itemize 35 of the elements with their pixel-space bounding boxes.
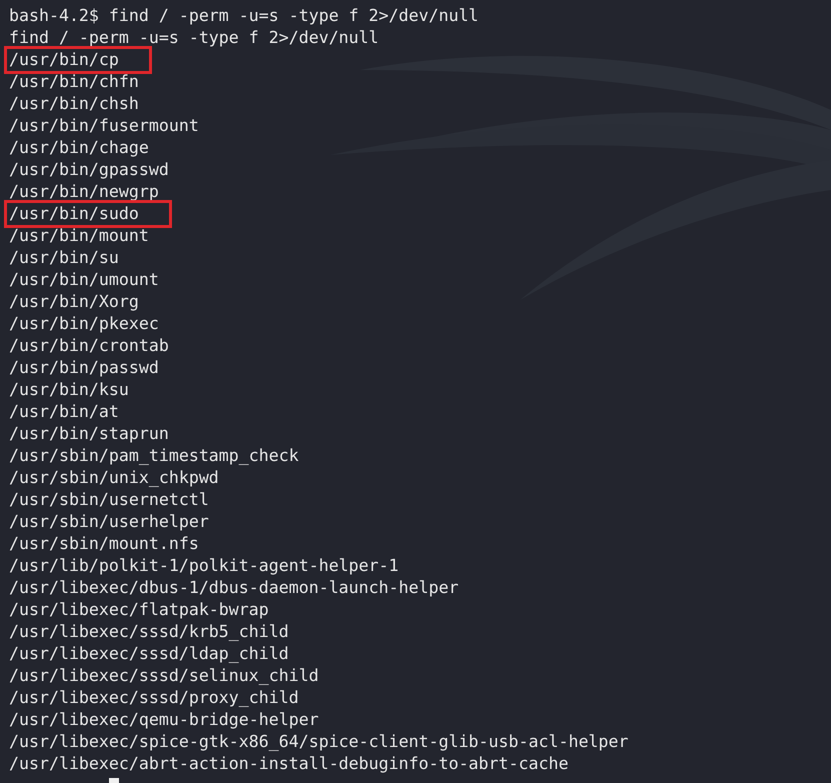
output-line: bash-4.2$ find / -perm -u=s -type f 2>/dev/null xyxy=(8,5,480,27)
output-line: /usr/sbin/userhelper xyxy=(8,511,210,533)
output-line: /usr/libexec/abrt-action-install-debuginfo-to-abrt-cache xyxy=(8,753,570,775)
output-line: /usr/sbin/pam_timestamp_check xyxy=(8,445,300,467)
output-line: /usr/bin/at xyxy=(8,401,120,423)
output-line: /usr/libexec/sssd/proxy_child xyxy=(8,687,300,709)
output-line: /usr/libexec/flatpak-bwrap xyxy=(8,599,270,621)
output-line: /usr/libexec/dbus-1/dbus-daemon-launch-helper xyxy=(8,577,460,599)
output-line: /usr/lib/polkit-1/polkit-agent-helper-1 xyxy=(8,555,400,577)
output-line: /usr/libexec/sssd/selinux_child xyxy=(8,665,320,687)
output-line: /usr/sbin/usernetctl xyxy=(8,489,210,511)
output-line: /usr/libexec/sssd/krb5_child xyxy=(8,621,290,643)
output-line: /usr/bin/crontab xyxy=(8,335,170,357)
output-line: /usr/bin/staprun xyxy=(8,423,170,445)
output-line: /usr/libexec/spice-gtk-x86_64/spice-client-glib-usb-acl-helper xyxy=(8,731,630,753)
output-line: /usr/bin/gpasswd xyxy=(8,159,170,181)
output-line: /usr/sbin/mount.nfs xyxy=(8,533,200,555)
output-line: /usr/bin/fusermount xyxy=(8,115,200,137)
output-line: /usr/bin/ksu xyxy=(8,379,130,401)
output-line: /usr/bin/chage xyxy=(8,137,150,159)
output-line: /usr/libexec/sssd/ldap_child xyxy=(8,643,290,665)
output-line: /usr/bin/mount xyxy=(8,225,150,247)
output-line: /usr/bin/Xorg xyxy=(8,291,140,313)
output-line: /usr/bin/chsh xyxy=(8,93,140,115)
output-line: /usr/bin/chfn xyxy=(8,71,140,93)
output-line: /usr/bin/su xyxy=(8,247,120,269)
output-line: /usr/bin/passwd xyxy=(8,357,160,379)
output-line: /usr/libexec/qemu-bridge-helper xyxy=(8,709,320,731)
output-line: find / -perm -u=s -type f 2>/dev/null xyxy=(8,27,380,49)
output-line: /usr/sbin/unix_chkpwd xyxy=(8,467,220,489)
output-line: /usr/bin/sudo xyxy=(7,203,169,225)
output-line: /usr/bin/newgrp xyxy=(8,181,160,203)
output-line: /usr/bin/cp xyxy=(7,49,149,71)
output-line: /usr/bin/umount xyxy=(8,269,160,291)
output-line: /usr/bin/pkexec xyxy=(8,313,160,335)
